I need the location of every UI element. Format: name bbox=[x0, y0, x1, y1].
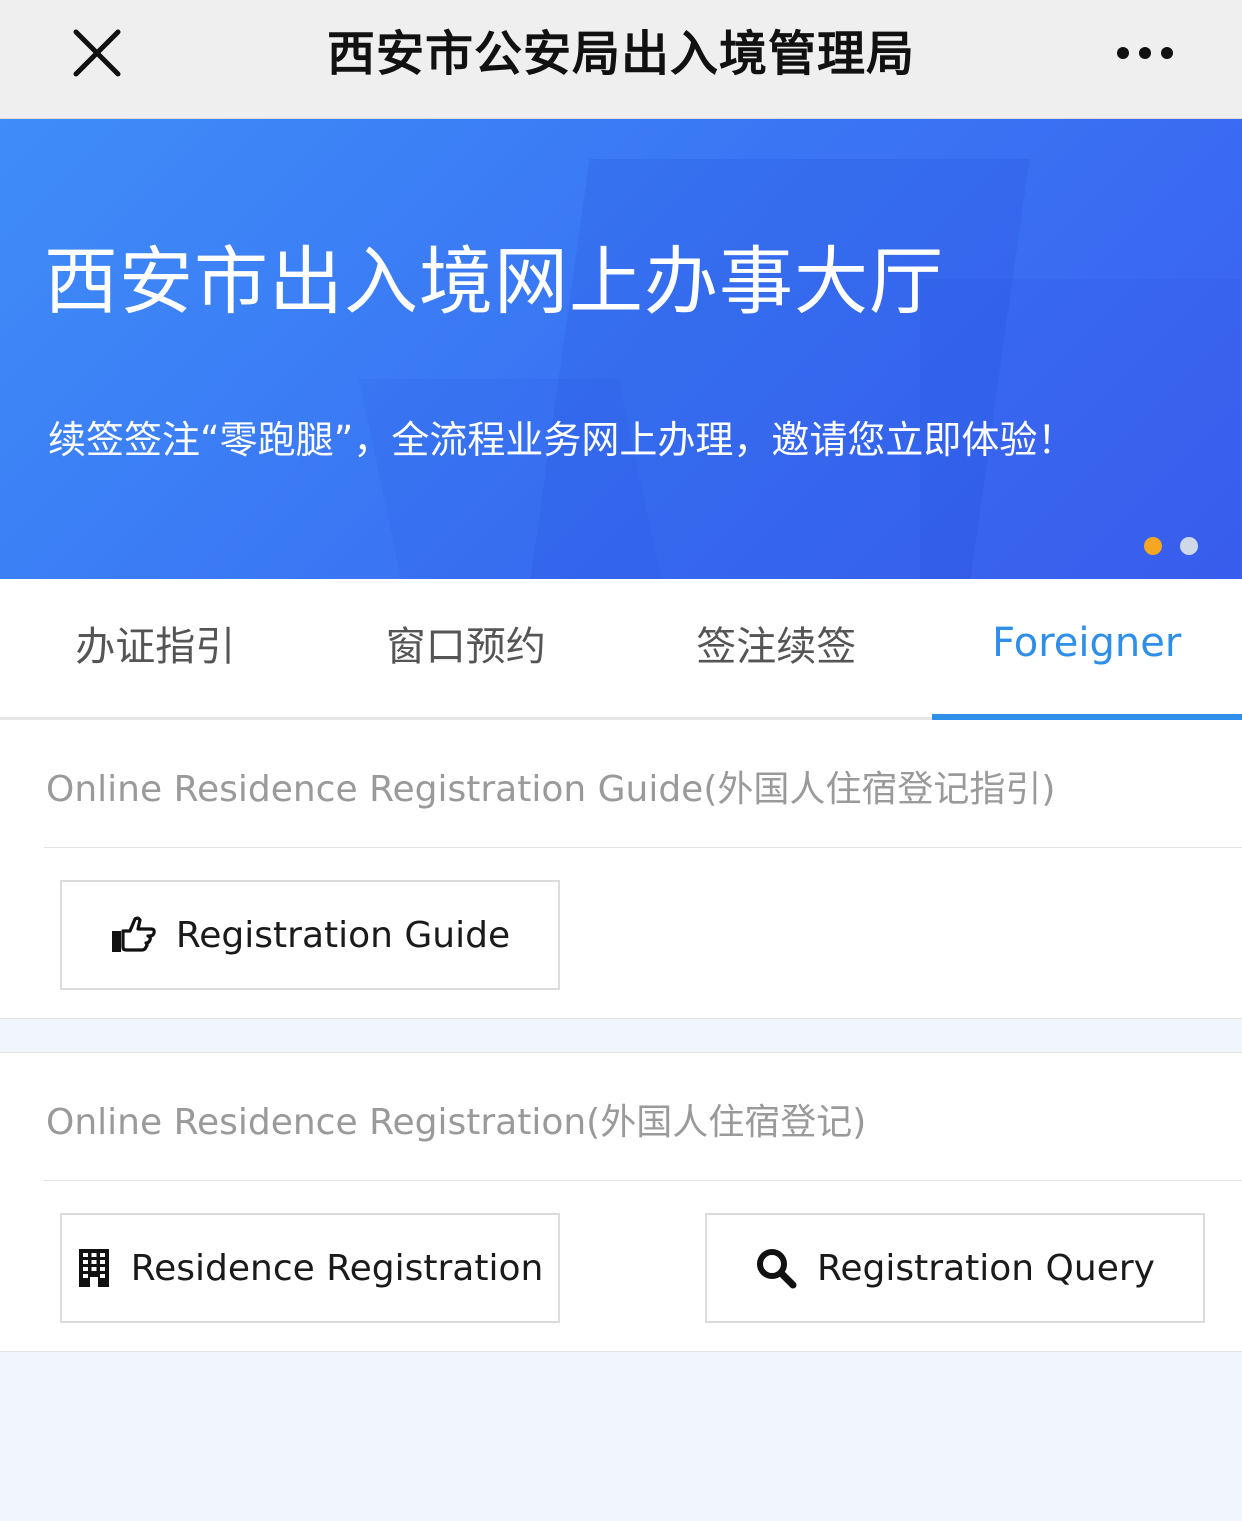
tab-certificate-guide[interactable]: 办证指引 bbox=[0, 579, 311, 717]
carousel-dot-active[interactable] bbox=[1144, 537, 1162, 555]
residence-registration-label: Residence Registration bbox=[130, 1247, 544, 1289]
close-button[interactable] bbox=[62, 20, 132, 90]
carousel-dot[interactable] bbox=[1180, 537, 1198, 555]
more-options-button[interactable] bbox=[1100, 20, 1190, 90]
residence-registration-button[interactable]: Residence Registration bbox=[60, 1213, 560, 1323]
divider bbox=[44, 847, 1242, 848]
banner-subtitle: 续签签注“零跑腿”，全流程业务网上办理，邀请您立即体验！ bbox=[48, 418, 1076, 462]
search-icon bbox=[755, 1247, 797, 1289]
section-heading: Online Residence Registration Guide(外国人住… bbox=[46, 769, 1056, 810]
banner-carousel[interactable]: 西安市出入境网上办事大厅 续签签注“零跑腿”，全流程业务网上办理，邀请您立即体验… bbox=[0, 119, 1242, 579]
registration-guide-section: Online Residence Registration Guide(外国人住… bbox=[0, 720, 1242, 1019]
tab-endorsement-renewal[interactable]: 签注续签 bbox=[621, 579, 932, 717]
residence-registration-section: Online Residence Registration(外国人住宿登记) R… bbox=[0, 1052, 1242, 1352]
registration-query-label: Registration Query bbox=[817, 1247, 1155, 1289]
category-tabs: 办证指引 窗口预约 签注续签 Foreigner bbox=[0, 579, 1242, 720]
close-icon bbox=[72, 28, 122, 82]
banner-decoration bbox=[358, 379, 662, 579]
thumbs-pointing-right-icon bbox=[110, 915, 156, 955]
page-title: 西安市公安局出入境管理局 bbox=[326, 26, 915, 82]
section-heading: Online Residence Registration(外国人住宿登记) bbox=[46, 1102, 867, 1143]
building-icon bbox=[77, 1247, 111, 1289]
tab-window-appointment[interactable]: 窗口预约 bbox=[311, 579, 622, 717]
divider bbox=[44, 1180, 1242, 1181]
carousel-indicator bbox=[1144, 537, 1198, 555]
tab-foreigner[interactable]: Foreigner bbox=[931, 579, 1242, 720]
registration-guide-button[interactable]: Registration Guide bbox=[60, 880, 560, 990]
banner-title: 西安市出入境网上办事大厅 bbox=[44, 239, 944, 325]
more-dots-icon bbox=[1115, 45, 1175, 65]
top-navigation-bar: 西安市公安局出入境管理局 bbox=[0, 0, 1242, 119]
registration-query-button[interactable]: Registration Query bbox=[705, 1213, 1205, 1323]
registration-guide-label: Registration Guide bbox=[175, 914, 511, 956]
